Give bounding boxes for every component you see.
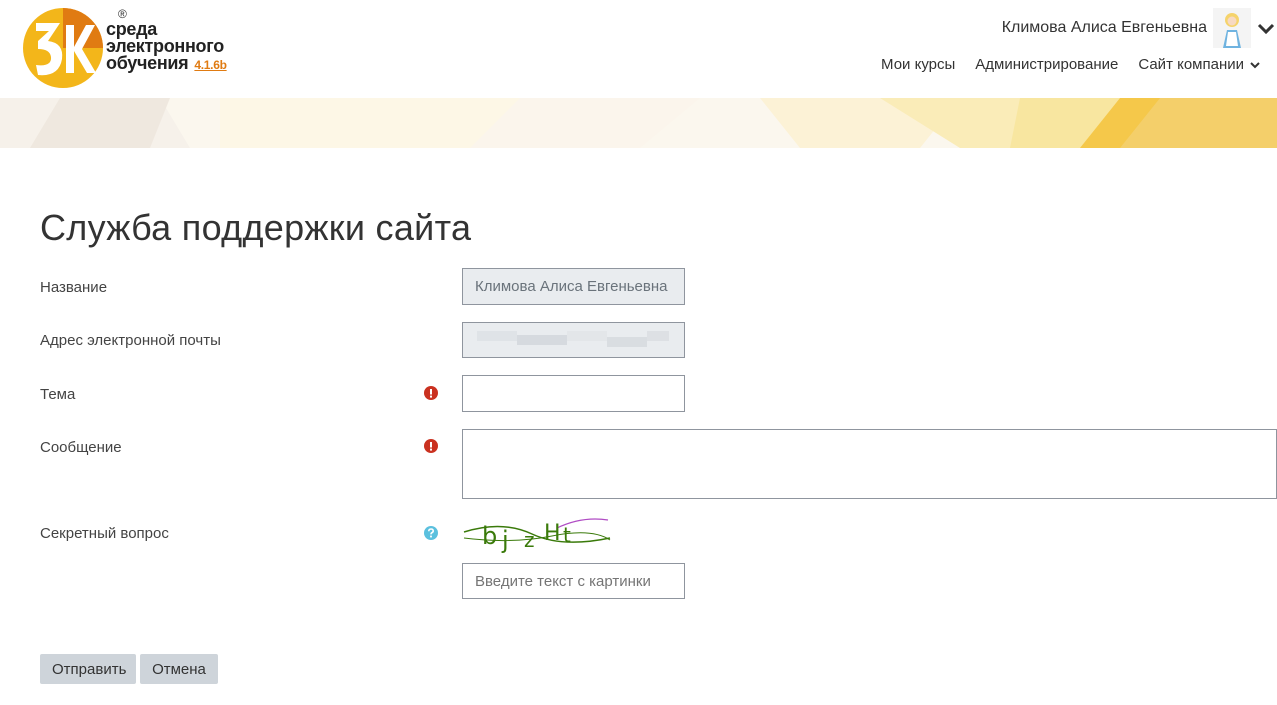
subject-input[interactable] [462,375,685,412]
user-name[interactable]: Климова Алиса Евгеньевна [1002,19,1207,37]
help-icon[interactable] [424,526,438,540]
avatar[interactable] [1213,8,1251,48]
svg-text:j: j [501,526,509,554]
logo-mark-icon [23,8,103,88]
nav-administration[interactable]: Администрирование [975,56,1118,73]
message-textarea[interactable] [462,429,1277,499]
nav-company-site-label: Сайт компании [1138,56,1244,73]
submit-button[interactable]: Отправить [40,654,136,684]
svg-text:z: z [524,528,535,552]
svg-text:t: t [563,523,571,547]
main-nav: Мои курсы Администрирование Сайт компани… [861,56,1260,73]
user-menu[interactable]: Климова Алиса Евгеньевна [1002,6,1277,50]
email-field [462,322,685,358]
logo-line-3-text: обучения [106,53,189,73]
site-header: ® среда электронного обучения 4.1.6b Клим… [0,0,1277,98]
cancel-button[interactable]: Отмена [140,654,218,684]
logo-text: среда электронного обучения 4.1.6b [106,20,227,74]
captcha-label: Секретный вопрос [40,525,169,542]
message-label: Сообщение [40,439,122,456]
header-banner [0,98,1277,148]
required-icon [424,386,438,400]
svg-text:b: b [482,522,497,550]
name-field [462,268,685,305]
site-logo[interactable]: ® среда электронного обучения 4.1.6b [22,5,242,91]
chevron-down-icon[interactable] [1255,17,1277,39]
svg-text:H: H [544,521,561,546]
subject-label: Тема [40,386,76,403]
name-label: Название [40,279,108,296]
required-icon [424,439,438,453]
version-link[interactable]: 4.1.6b [194,58,227,72]
captcha-image: b j z H t [463,518,611,554]
nav-company-site[interactable]: Сайт компании [1138,56,1260,73]
caret-down-icon [1250,61,1260,68]
nav-my-courses[interactable]: Мои курсы [881,56,955,73]
logo-line-3: обучения 4.1.6b [106,53,227,74]
email-label: Адрес электронной почты [40,332,221,349]
page-title: Служба поддержки сайта [40,207,472,248]
captcha-input[interactable] [462,563,685,599]
